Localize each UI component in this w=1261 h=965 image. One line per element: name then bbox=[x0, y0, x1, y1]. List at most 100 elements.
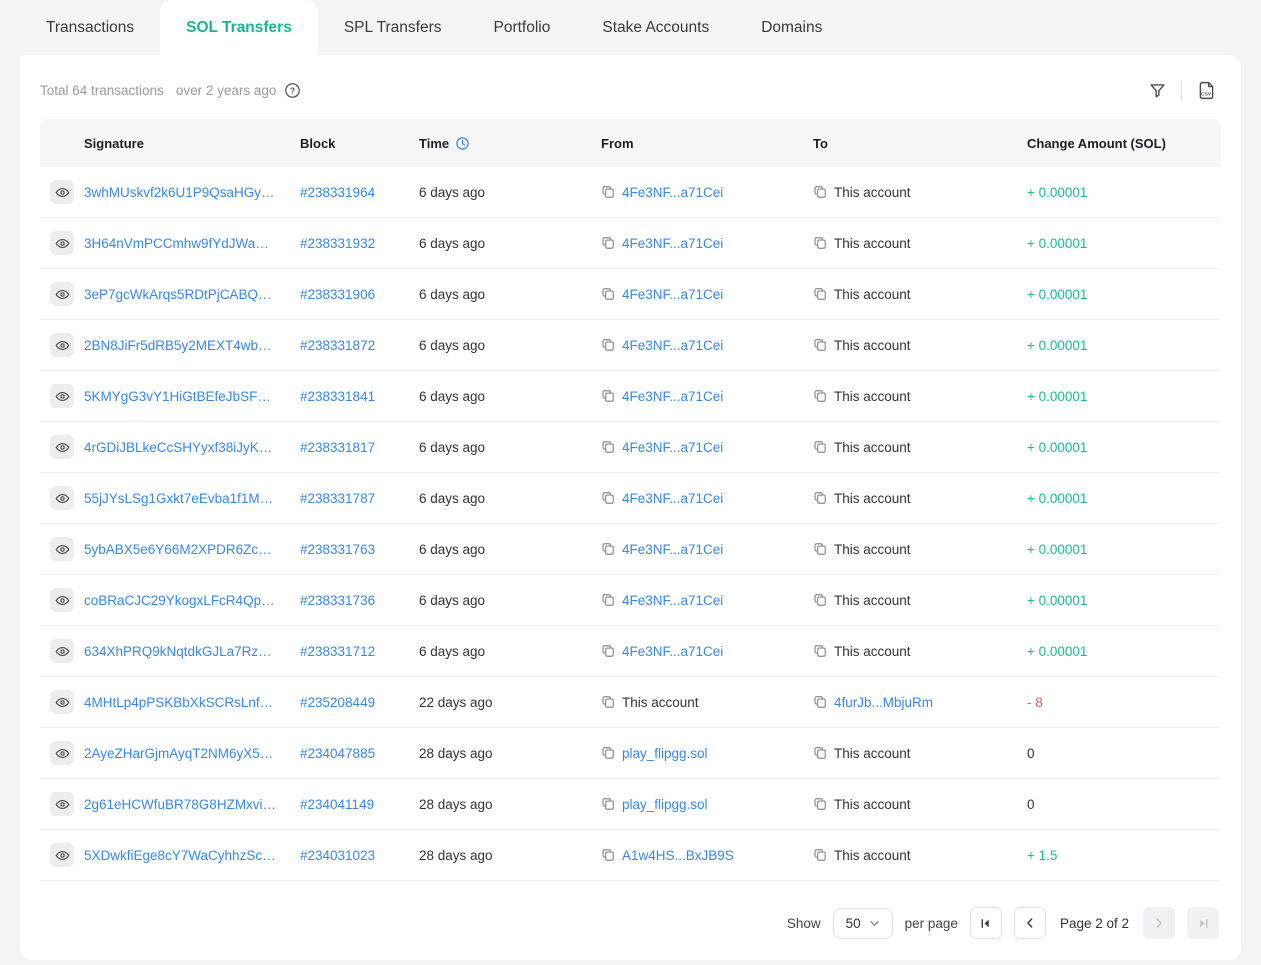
page-size-select[interactable]: 50 bbox=[833, 908, 893, 939]
block-link[interactable]: #238331763 bbox=[300, 542, 375, 557]
export-csv-button[interactable]: CSV bbox=[1196, 80, 1217, 101]
copy-to-address-icon[interactable] bbox=[813, 695, 827, 709]
signature-link[interactable]: 55jJYsLSg1Gxkt7eEvba1f1M… bbox=[84, 491, 273, 506]
tab-portfolio[interactable]: Portfolio bbox=[467, 0, 576, 55]
preview-transaction-button[interactable] bbox=[50, 282, 74, 306]
preview-transaction-button[interactable] bbox=[50, 792, 74, 816]
preview-transaction-button[interactable] bbox=[50, 690, 74, 714]
signature-link[interactable]: 5XDwkfiEge8cY7WaCyhhzSc… bbox=[84, 848, 276, 863]
block-link[interactable]: #234031023 bbox=[300, 848, 375, 863]
preview-transaction-button[interactable] bbox=[50, 843, 74, 867]
table-row: coBRaCJC29YkogxLFcR4Qp… #238331736 6 day… bbox=[40, 575, 1221, 626]
from-address[interactable]: 4Fe3NF...a71Cei bbox=[622, 185, 723, 200]
block-link[interactable]: #238331841 bbox=[300, 389, 375, 404]
block-link[interactable]: #238331736 bbox=[300, 593, 375, 608]
signature-link[interactable]: 5ybABX5e6Y66M2XPDR6Zc… bbox=[84, 542, 272, 557]
signature-link[interactable]: 3eP7gcWkArqs5RDtPjCABQ… bbox=[84, 287, 272, 302]
preview-transaction-button[interactable] bbox=[50, 588, 74, 612]
from-address[interactable]: 4Fe3NF...a71Cei bbox=[622, 236, 723, 251]
block-link[interactable]: #238331787 bbox=[300, 491, 375, 506]
copy-from-address-icon[interactable] bbox=[601, 542, 615, 556]
block-link[interactable]: #238331964 bbox=[300, 185, 375, 200]
copy-from-address-icon[interactable] bbox=[601, 185, 615, 199]
copy-from-address-icon[interactable] bbox=[601, 338, 615, 352]
from-address[interactable]: 4Fe3NF...a71Cei bbox=[622, 389, 723, 404]
block-link[interactable]: #234047885 bbox=[300, 746, 375, 761]
first-page-button[interactable] bbox=[970, 907, 1002, 939]
block-link[interactable]: #238331906 bbox=[300, 287, 375, 302]
previous-page-button[interactable] bbox=[1014, 907, 1046, 939]
block-link[interactable]: #238331817 bbox=[300, 440, 375, 455]
preview-transaction-button[interactable] bbox=[50, 231, 74, 255]
copy-to-address-icon[interactable] bbox=[813, 848, 827, 862]
signature-link[interactable]: coBRaCJC29YkogxLFcR4Qp… bbox=[84, 593, 275, 608]
copy-to-address-icon[interactable] bbox=[813, 287, 827, 301]
copy-from-address-icon[interactable] bbox=[601, 491, 615, 505]
signature-link[interactable]: 2AyeZHarGjmAyqT2NM6yX5… bbox=[84, 746, 273, 761]
next-page-button[interactable] bbox=[1143, 907, 1175, 939]
copy-from-address-icon[interactable] bbox=[601, 644, 615, 658]
to-address[interactable]: 4furJb...MbjuRm bbox=[834, 695, 933, 710]
copy-to-address-icon[interactable] bbox=[813, 542, 827, 556]
signature-link[interactable]: 4rGDiJBLkeCcSHYyxf38iJyK… bbox=[84, 440, 272, 455]
signature-link[interactable]: 3H64nVmPCCmhw9fYdJWa… bbox=[84, 236, 269, 251]
preview-transaction-button[interactable] bbox=[50, 180, 74, 204]
tab-domains[interactable]: Domains bbox=[735, 0, 848, 55]
copy-from-address-icon[interactable] bbox=[601, 593, 615, 607]
help-button[interactable]: ? bbox=[284, 82, 301, 99]
block-link[interactable]: #238331932 bbox=[300, 236, 375, 251]
copy-from-address-icon[interactable] bbox=[601, 695, 615, 709]
preview-transaction-button[interactable] bbox=[50, 333, 74, 357]
copy-to-address-icon[interactable] bbox=[813, 644, 827, 658]
tab-sol-transfers[interactable]: SOL Transfers bbox=[160, 0, 318, 55]
copy-from-address-icon[interactable] bbox=[601, 389, 615, 403]
from-address[interactable]: 4Fe3NF...a71Cei bbox=[622, 287, 723, 302]
signature-link[interactable]: 634XhPRQ9kNqtdkGJLa7Rz… bbox=[84, 644, 272, 659]
copy-to-address-icon[interactable] bbox=[813, 338, 827, 352]
copy-to-address-icon[interactable] bbox=[813, 797, 827, 811]
copy-from-address-icon[interactable] bbox=[601, 797, 615, 811]
copy-to-address-icon[interactable] bbox=[813, 440, 827, 454]
copy-from-address-icon[interactable] bbox=[601, 287, 615, 301]
from-address[interactable]: 4Fe3NF...a71Cei bbox=[622, 593, 723, 608]
signature-link[interactable]: 5KMYgG3vY1HiGtBEfeJbSF… bbox=[84, 389, 271, 404]
preview-transaction-button[interactable] bbox=[50, 384, 74, 408]
block-link[interactable]: #235208449 bbox=[300, 695, 375, 710]
last-page-button[interactable] bbox=[1187, 907, 1219, 939]
preview-transaction-button[interactable] bbox=[50, 639, 74, 663]
block-link[interactable]: #238331712 bbox=[300, 644, 375, 659]
copy-from-address-icon[interactable] bbox=[601, 746, 615, 760]
preview-transaction-button[interactable] bbox=[50, 741, 74, 765]
from-address[interactable]: 4Fe3NF...a71Cei bbox=[622, 491, 723, 506]
filter-button[interactable] bbox=[1148, 81, 1167, 100]
copy-to-address-icon[interactable] bbox=[813, 491, 827, 505]
copy-from-address-icon[interactable] bbox=[601, 236, 615, 250]
copy-to-address-icon[interactable] bbox=[813, 236, 827, 250]
signature-link[interactable]: 4MHtLp4pPSKBbXkSCRsLnf… bbox=[84, 695, 273, 710]
preview-transaction-button[interactable] bbox=[50, 486, 74, 510]
from-address[interactable]: play_flipgg.sol bbox=[622, 797, 708, 812]
signature-link[interactable]: 2BN8JiFr5dRB5y2MEXT4wb… bbox=[84, 338, 272, 353]
preview-transaction-button[interactable] bbox=[50, 537, 74, 561]
copy-to-address-icon[interactable] bbox=[813, 746, 827, 760]
copy-to-address-icon[interactable] bbox=[813, 185, 827, 199]
from-address[interactable]: play_flipgg.sol bbox=[622, 746, 708, 761]
block-link[interactable]: #238331872 bbox=[300, 338, 375, 353]
tab-stake-accounts[interactable]: Stake Accounts bbox=[576, 0, 735, 55]
tab-transactions[interactable]: Transactions bbox=[20, 0, 160, 55]
tab-spl-transfers[interactable]: SPL Transfers bbox=[318, 0, 468, 55]
signature-link[interactable]: 3whMUskvf2k6U1P9QsaHGy… bbox=[84, 185, 275, 200]
signature-link[interactable]: 2g61eHCWfuBR78G8HZMxvi… bbox=[84, 797, 276, 812]
preview-transaction-button[interactable] bbox=[50, 435, 74, 459]
copy-to-address-icon[interactable] bbox=[813, 389, 827, 403]
from-address[interactable]: 4Fe3NF...a71Cei bbox=[622, 644, 723, 659]
from-address[interactable]: 4Fe3NF...a71Cei bbox=[622, 440, 723, 455]
block-link[interactable]: #234041149 bbox=[300, 797, 374, 812]
copy-to-address-icon[interactable] bbox=[813, 593, 827, 607]
clock-icon[interactable] bbox=[455, 136, 470, 151]
from-address[interactable]: 4Fe3NF...a71Cei bbox=[622, 542, 723, 557]
copy-from-address-icon[interactable] bbox=[601, 440, 615, 454]
from-address[interactable]: 4Fe3NF...a71Cei bbox=[622, 338, 723, 353]
from-address[interactable]: A1w4HS...BxJB9S bbox=[622, 848, 734, 863]
copy-from-address-icon[interactable] bbox=[601, 848, 615, 862]
